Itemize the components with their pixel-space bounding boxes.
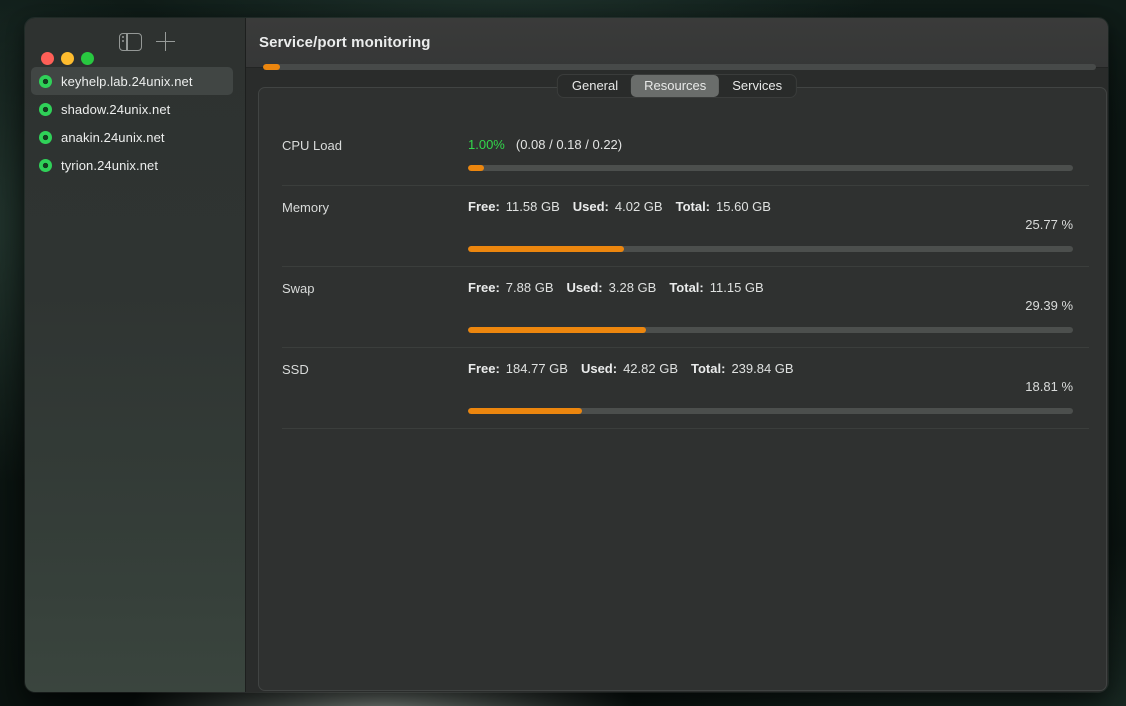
swap-progress-fill — [468, 327, 646, 333]
ssd-row: SSD Free: 184.77 GB Used: 42.82 GB Total… — [282, 348, 1089, 429]
total-value: 239.84 GB — [731, 361, 793, 376]
minimize-button[interactable] — [61, 52, 74, 65]
ssd-progress-fill — [468, 408, 582, 414]
cpu-progress-track — [468, 165, 1073, 171]
used-label: Used: — [581, 361, 617, 376]
zoom-button[interactable] — [81, 52, 94, 65]
row-label: SSD — [282, 361, 468, 414]
ssd-content: Free: 184.77 GB Used: 42.82 GB Total: 23… — [468, 361, 1089, 414]
free-value: 184.77 GB — [506, 361, 568, 376]
row-label: CPU Load — [282, 137, 468, 171]
server-label: tyrion.24unix.net — [61, 158, 158, 173]
app-window: keyhelp.lab.24unix.net shadow.24unix.net… — [25, 18, 1108, 692]
status-online-icon — [39, 75, 52, 88]
total-label: Total: — [676, 199, 710, 214]
add-server-icon[interactable] — [156, 32, 175, 51]
memory-progress-track — [468, 246, 1073, 252]
cpu-progress-fill — [468, 165, 484, 171]
title-bar[interactable]: Service/port monitoring — [246, 18, 1108, 68]
window-controls — [41, 52, 94, 65]
used-value: 3.28 GB — [609, 280, 657, 295]
status-online-icon — [39, 159, 52, 172]
resource-rows: CPU Load 1.00% (0.08 / 0.18 / 0.22) Memo… — [282, 124, 1089, 429]
total-value: 11.15 GB — [710, 280, 764, 295]
cpu-content: 1.00% (0.08 / 0.18 / 0.22) — [468, 137, 1089, 171]
memory-row: Memory Free: 11.58 GB Used: 4.02 GB Tota… — [282, 186, 1089, 267]
main-content: Service/port monitoring CPU Load 1.00% (… — [245, 18, 1108, 692]
swap-stats: Free: 7.88 GB Used: 3.28 GB Total: 11.15… — [468, 280, 1073, 295]
swap-content: Free: 7.88 GB Used: 3.28 GB Total: 11.15… — [468, 280, 1089, 333]
sidebar-item-keyhelp[interactable]: keyhelp.lab.24unix.net — [31, 67, 233, 95]
tab-panel: CPU Load 1.00% (0.08 / 0.18 / 0.22) Memo… — [258, 87, 1107, 691]
page-title: Service/port monitoring — [259, 34, 431, 51]
free-label: Free: — [468, 280, 500, 295]
toggle-sidebar-icon[interactable] — [119, 33, 142, 51]
status-online-icon — [39, 131, 52, 144]
memory-content: Free: 11.58 GB Used: 4.02 GB Total: 15.6… — [468, 199, 1089, 252]
cpu-loadavg: (0.08 / 0.18 / 0.22) — [516, 137, 622, 152]
sidebar-item-tyrion[interactable]: tyrion.24unix.net — [31, 151, 233, 179]
free-value: 7.88 GB — [506, 280, 554, 295]
free-label: Free: — [468, 199, 500, 214]
sidebar-item-shadow[interactable]: shadow.24unix.net — [31, 95, 233, 123]
sidebar-item-anakin[interactable]: anakin.24unix.net — [31, 123, 233, 151]
used-value: 4.02 GB — [615, 199, 663, 214]
memory-progress-fill — [468, 246, 624, 252]
cpu-load-row: CPU Load 1.00% (0.08 / 0.18 / 0.22) — [282, 124, 1089, 186]
tab-general[interactable]: General — [559, 75, 631, 97]
memory-percent: 25.77 % — [468, 217, 1073, 233]
used-label: Used: — [567, 280, 603, 295]
server-list: keyhelp.lab.24unix.net shadow.24unix.net… — [31, 67, 233, 179]
scrolled-progress-bar — [263, 64, 1096, 70]
free-value: 11.58 GB — [506, 199, 560, 214]
ssd-percent: 18.81 % — [468, 379, 1073, 395]
memory-stats: Free: 11.58 GB Used: 4.02 GB Total: 15.6… — [468, 199, 1073, 214]
free-label: Free: — [468, 361, 500, 376]
sidebar: keyhelp.lab.24unix.net shadow.24unix.net… — [25, 18, 245, 692]
cpu-value-line: 1.00% (0.08 / 0.18 / 0.22) — [468, 137, 1073, 152]
row-label: Swap — [282, 280, 468, 333]
ssd-progress-track — [468, 408, 1073, 414]
used-value: 42.82 GB — [623, 361, 678, 376]
total-label: Total: — [669, 280, 703, 295]
cpu-percent-value: 1.00% — [468, 137, 505, 152]
total-label: Total: — [691, 361, 725, 376]
row-label: Memory — [282, 199, 468, 252]
tab-resources[interactable]: Resources — [631, 75, 719, 97]
swap-progress-track — [468, 327, 1073, 333]
desktop: { "window": { "title": "Service/port mon… — [0, 0, 1126, 706]
swap-row: Swap Free: 7.88 GB Used: 3.28 GB Total: … — [282, 267, 1089, 348]
swap-percent: 29.39 % — [468, 298, 1073, 314]
tab-bar: General Resources Services — [557, 74, 797, 98]
tab-services[interactable]: Services — [719, 75, 795, 97]
close-button[interactable] — [41, 52, 54, 65]
used-label: Used: — [573, 199, 609, 214]
total-value: 15.60 GB — [716, 199, 771, 214]
server-label: keyhelp.lab.24unix.net — [61, 74, 193, 89]
server-label: shadow.24unix.net — [61, 102, 170, 117]
ssd-stats: Free: 184.77 GB Used: 42.82 GB Total: 23… — [468, 361, 1073, 376]
server-label: anakin.24unix.net — [61, 130, 165, 145]
status-online-icon — [39, 103, 52, 116]
scrolled-progress-fill — [263, 64, 280, 70]
